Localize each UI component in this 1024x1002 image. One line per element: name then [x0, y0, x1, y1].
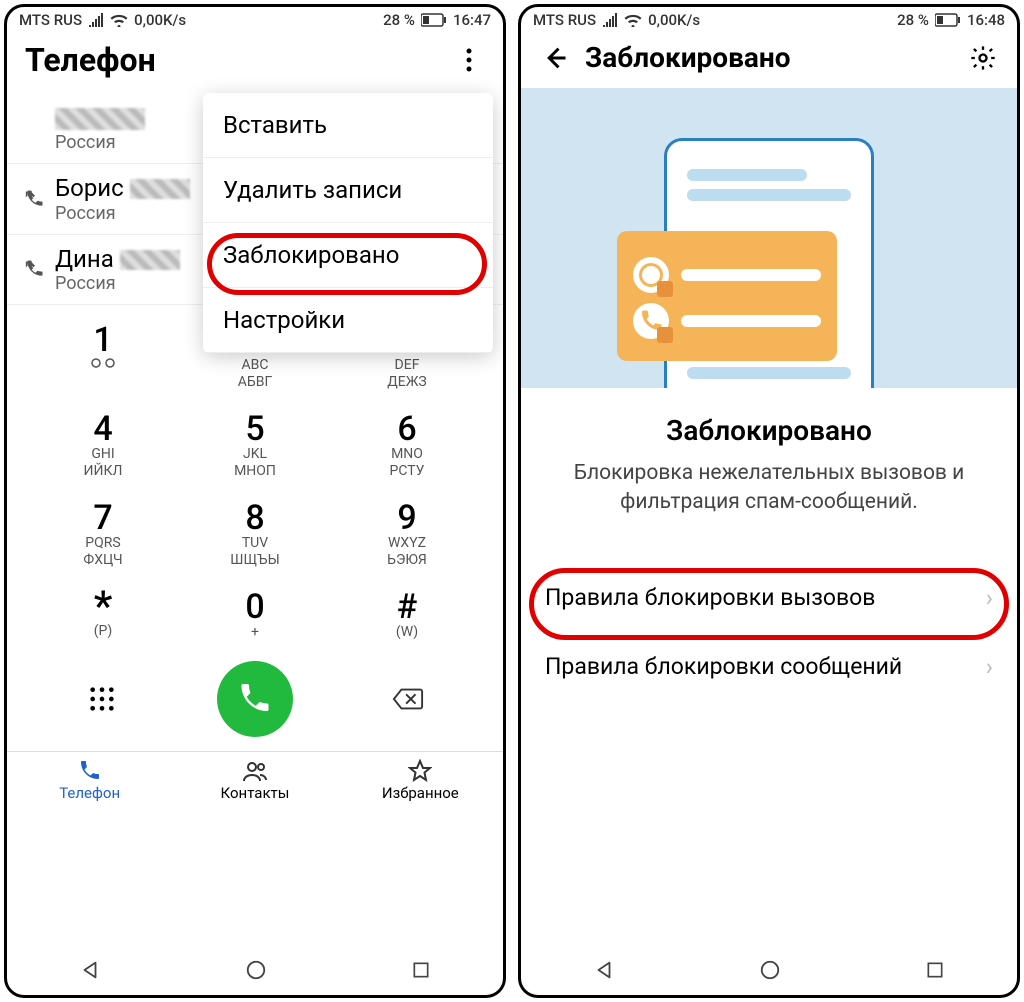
status-bar: MTS RUS 0,00K/s 28 % 16:47: [7, 7, 503, 31]
nav-back[interactable]: [593, 959, 615, 981]
rule-message-blocking[interactable]: Правила блокировки сообщений ›: [521, 633, 1017, 702]
clock: 16:47: [453, 11, 491, 29]
back-button[interactable]: [539, 42, 571, 74]
star-icon: [338, 758, 503, 784]
carrier-label: MTS RUS: [533, 11, 596, 29]
nav-recent[interactable]: [925, 960, 945, 980]
battery-icon: [421, 13, 447, 27]
dialer: 1 2ABCАБВГ 3DEFДЕЖЗ 4GHIИЙКЛ 5JKLМНОП 6M…: [7, 305, 503, 943]
outgoing-call-icon: [25, 259, 47, 279]
redacted-surname: [130, 179, 190, 199]
tab-phone[interactable]: Телефон: [7, 752, 172, 806]
tab-favorites[interactable]: Избранное: [338, 752, 503, 806]
app-header: Заблокировано: [521, 31, 1017, 88]
keypad: 1 2ABCАБВГ 3DEFДЕЖЗ 4GHIИЙКЛ 5JKLМНОП 6M…: [7, 305, 503, 654]
wifi-icon: [624, 13, 642, 27]
hero-illustration: [521, 88, 1017, 388]
rule-call-blocking[interactable]: Правила блокировки вызовов ›: [521, 564, 1017, 633]
bottom-tabs: Телефон Контакты Избранное: [7, 751, 503, 806]
blocked-title: Заблокировано: [551, 414, 987, 447]
redacted-surname: [120, 250, 180, 270]
key-6[interactable]: 6MNOРСТУ: [331, 404, 483, 493]
redacted-name: [55, 108, 145, 130]
phone-icon: [7, 758, 172, 784]
nav-home[interactable]: [245, 959, 267, 981]
key-0[interactable]: 0+: [179, 582, 331, 655]
battery-pct: 28 %: [897, 11, 929, 29]
outgoing-call-icon: [25, 189, 47, 209]
call-name: Борис: [55, 174, 124, 202]
key-7[interactable]: 7PQRSФХЦЧ: [27, 493, 179, 582]
battery-pct: 28 %: [383, 11, 415, 29]
collapse-keypad-button[interactable]: [86, 683, 118, 715]
app-header: Телефон: [7, 31, 503, 93]
chevron-right-icon: ›: [986, 584, 993, 612]
key-5[interactable]: 5JKLМНОП: [179, 404, 331, 493]
speed-label: 0,00K/s: [648, 11, 700, 29]
key-9[interactable]: 9WXYZЬЭЮЯ: [331, 493, 483, 582]
carrier-label: MTS RUS: [19, 11, 82, 29]
phone-dialer-screen: MTS RUS 0,00K/s 28 % 16:47 Телефон Росси…: [4, 4, 506, 998]
blocked-intro: Заблокировано Блокировка нежелательных в…: [521, 388, 1017, 544]
clock: 16:48: [967, 11, 1005, 29]
key-star[interactable]: *(P): [27, 582, 179, 655]
blocked-description: Блокировка нежелательных вызовов и фильт…: [551, 459, 987, 518]
key-8[interactable]: 8TUVШЩЪЫ: [179, 493, 331, 582]
rule-list: Правила блокировки вызовов › Правила бло…: [521, 564, 1017, 702]
phone-blocked-screen: MTS RUS 0,00K/s 28 % 16:48 Заблокировано: [518, 4, 1020, 998]
key-1[interactable]: 1: [27, 315, 179, 404]
key-hash[interactable]: #(W): [331, 582, 483, 655]
menu-delete-records[interactable]: Удалить записи: [203, 158, 493, 223]
chevron-right-icon: ›: [986, 653, 993, 681]
call-name: Дина: [55, 245, 114, 273]
menu-settings[interactable]: Настройки: [203, 288, 493, 353]
nav-back[interactable]: [79, 959, 101, 981]
wifi-icon: [110, 13, 128, 27]
system-nav-bar: [521, 943, 1017, 995]
status-bar: MTS RUS 0,00K/s 28 % 16:48: [521, 7, 1017, 31]
battery-icon: [935, 13, 961, 27]
contacts-icon: [172, 758, 337, 784]
key-4[interactable]: 4GHIИЙКЛ: [27, 404, 179, 493]
menu-paste[interactable]: Вставить: [203, 93, 493, 158]
nav-recent[interactable]: [411, 960, 431, 980]
tab-contacts[interactable]: Контакты: [172, 752, 337, 806]
more-menu-button[interactable]: [453, 44, 485, 76]
context-menu: Вставить Удалить записи Заблокировано На…: [203, 93, 493, 353]
signal-icon: [602, 13, 618, 27]
menu-blocked[interactable]: Заблокировано: [203, 223, 493, 288]
signal-icon: [88, 13, 104, 27]
settings-button[interactable]: [967, 42, 999, 74]
recent-calls: Россия Борис Россия Дина Россия Вставить…: [7, 93, 503, 305]
dial-button[interactable]: [217, 661, 293, 737]
nav-home[interactable]: [759, 959, 781, 981]
page-title: Заблокировано: [585, 41, 791, 74]
speed-label: 0,00K/s: [134, 11, 186, 29]
backspace-button[interactable]: [392, 683, 424, 715]
page-title: Телефон: [25, 41, 156, 79]
system-nav-bar: [7, 943, 503, 995]
